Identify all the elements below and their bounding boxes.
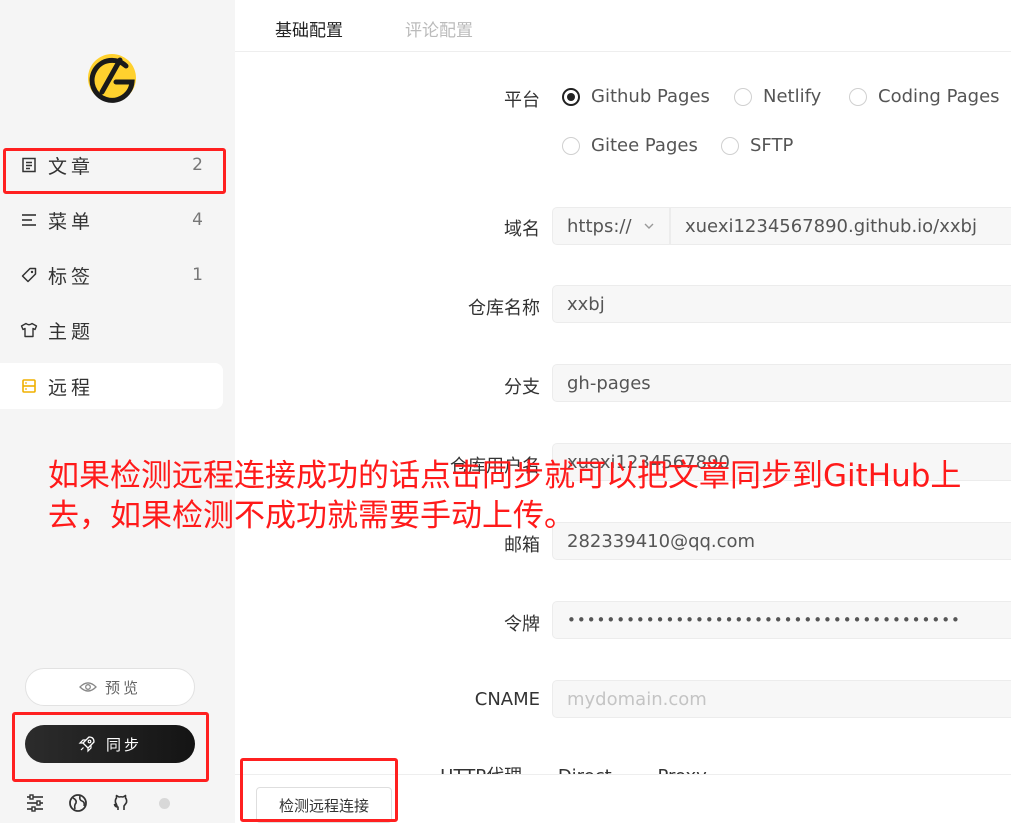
app-logo-icon: [80, 46, 144, 110]
token-input[interactable]: ••••••••••••••••••••••••••••••••••••••••: [552, 601, 1011, 639]
menu-icon: [20, 211, 38, 229]
sidebar-item-themes[interactable]: 主题: [0, 307, 223, 353]
radio-github-pages[interactable]: Github Pages: [562, 86, 710, 107]
highlight-box-check: [240, 758, 398, 822]
radio-coding-pages[interactable]: Coding Pages: [849, 86, 1000, 107]
radio-label: Github Pages: [591, 86, 710, 107]
config-tabs: 基础配置 评论配置: [235, 0, 1011, 52]
token-label: 令牌: [504, 614, 540, 635]
domain-label: 域名: [504, 219, 540, 240]
platform-label: 平台: [504, 90, 540, 111]
sidebar-item-count: 1: [192, 265, 203, 285]
sidebar-item-label: 菜单: [48, 210, 95, 233]
highlight-box-articles: [3, 148, 226, 194]
branch-label: 分支: [504, 377, 540, 398]
sidebar-item-tags[interactable]: 标签 1: [0, 252, 223, 298]
status-dot: [153, 792, 175, 814]
radio-label: Coding Pages: [878, 86, 1000, 107]
annotation-text: 如果检测远程连接成功的话点击同步就可以把文章同步到GitHub上去，如果检测不成…: [48, 458, 962, 534]
repo-label: 仓库名称: [468, 298, 540, 319]
repo-name-input[interactable]: xxbj: [552, 285, 1011, 323]
highlight-box-sync: [12, 712, 209, 782]
sidebar-item-menus[interactable]: 菜单 4: [0, 197, 223, 243]
sidebar-item-count: 4: [192, 210, 203, 230]
sidebar-item-remote[interactable]: 远程: [0, 363, 223, 409]
sidebar-item-label: 主题: [48, 320, 95, 343]
eye-icon: [79, 682, 97, 692]
domain-input[interactable]: xuexi1234567890.github.io/xxbj: [670, 207, 1011, 245]
radio-netlify[interactable]: Netlify: [734, 86, 821, 107]
sidebar-bottom-toolbar: [24, 792, 196, 814]
radio-label: Gitee Pages: [591, 135, 698, 156]
protocol-select[interactable]: https://: [552, 207, 670, 245]
protocol-value: https://: [567, 215, 632, 237]
shirt-icon: [20, 321, 38, 339]
radio-indicator: [562, 136, 580, 155]
radio-checked-indicator: [562, 87, 580, 106]
radio-gitee-pages[interactable]: Gitee Pages: [562, 135, 698, 156]
cname-input[interactable]: mydomain.com: [552, 680, 1011, 718]
globe-icon[interactable]: [67, 792, 89, 814]
chevron-down-icon: [644, 223, 654, 229]
sidebar-item-label: 标签: [48, 265, 95, 288]
tab-comment-config[interactable]: 评论配置: [405, 16, 473, 41]
sidebar: 文章 2 菜单 4 标签 1 主题 远程 预览 同步: [0, 0, 235, 823]
github-icon[interactable]: [110, 792, 132, 814]
remote-icon: [20, 377, 38, 395]
radio-indicator: [734, 87, 752, 106]
tab-basic-config[interactable]: 基础配置: [275, 16, 343, 41]
preview-button[interactable]: 预览: [25, 668, 195, 706]
preview-label: 预览: [104, 678, 141, 697]
tag-icon: [20, 266, 38, 284]
radio-label: Netlify: [763, 86, 822, 107]
settings-icon[interactable]: [24, 792, 46, 814]
radio-indicator: [721, 136, 739, 155]
branch-input[interactable]: gh-pages: [552, 364, 1011, 402]
radio-sftp[interactable]: SFTP: [721, 135, 793, 156]
sidebar-item-label: 远程: [48, 376, 95, 399]
cname-label: CNAME: [474, 689, 540, 710]
radio-indicator: [849, 87, 867, 106]
radio-label: SFTP: [750, 135, 794, 156]
